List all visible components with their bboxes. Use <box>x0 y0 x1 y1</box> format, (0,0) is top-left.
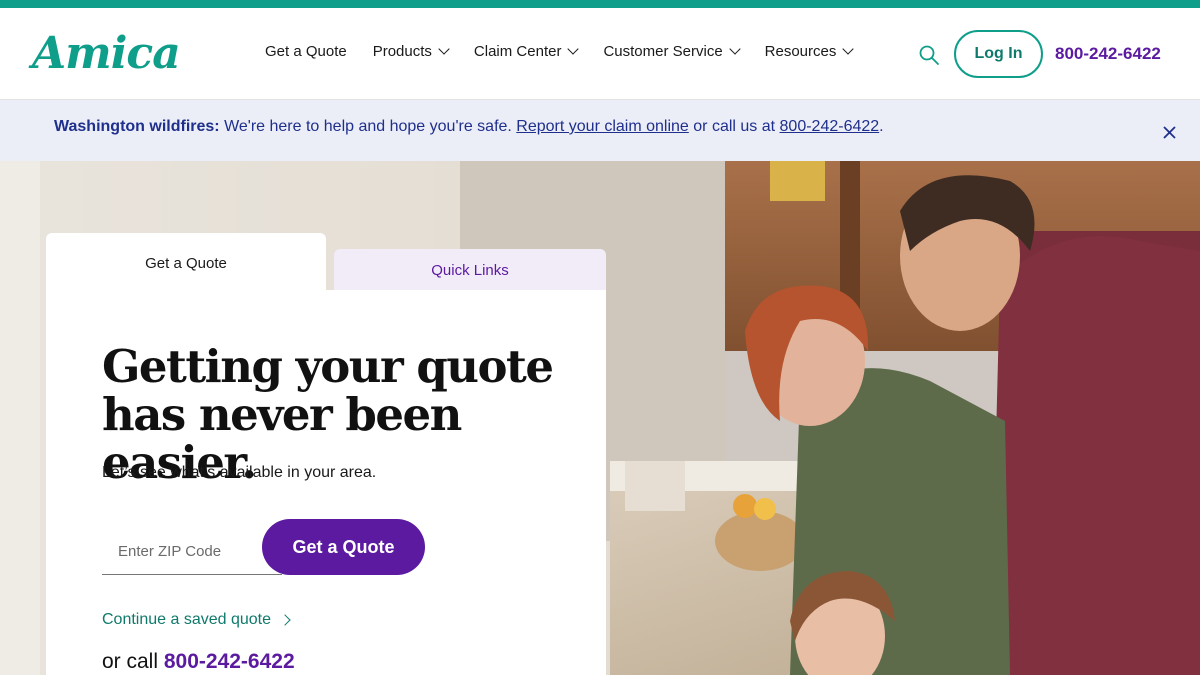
quote-subtext: Let’s see what’s available in your area. <box>102 464 377 481</box>
chevron-down-icon <box>567 42 580 55</box>
top-accent-stripe <box>0 0 1200 8</box>
alert-body: We're here to help and hope you're safe. <box>219 118 517 135</box>
chevron-right-icon <box>279 614 291 626</box>
close-icon[interactable] <box>1161 123 1179 141</box>
nav-claim-center[interactable]: Claim Center <box>473 42 580 60</box>
zip-code-input[interactable] <box>102 529 282 575</box>
tab-get-a-quote[interactable]: Get a Quote <box>46 233 326 293</box>
alert-end: . <box>879 118 884 135</box>
alert-message: Washington wildfires: We're here to help… <box>54 118 884 136</box>
header-phone-link[interactable]: 800-242-6422 <box>1055 44 1161 64</box>
call-line: or call 800-242-6422 <box>102 650 295 674</box>
amica-logo[interactable]: Amica <box>32 28 181 79</box>
saved-quote-label: Continue a saved quote <box>102 611 272 628</box>
nav-label: Claim Center <box>473 43 562 60</box>
alert-title: Washington wildfires: <box>54 118 220 135</box>
get-a-quote-button[interactable]: Get a Quote <box>262 519 425 575</box>
headline-line-1: Getting your quote <box>102 340 554 393</box>
report-claim-link[interactable]: Report your claim online <box>516 118 689 135</box>
login-button[interactable]: Log In <box>954 30 1043 78</box>
main-nav: Get a Quote Products Claim Center Custom… <box>265 42 878 60</box>
nav-resources[interactable]: Resources <box>764 42 855 60</box>
nav-get-a-quote[interactable]: Get a Quote <box>265 43 347 60</box>
chevron-down-icon <box>728 42 741 55</box>
wildfire-alert-banner: Washington wildfires: We're here to help… <box>0 100 1200 161</box>
nav-label: Resources <box>764 43 837 60</box>
alert-phone-link[interactable]: 800-242-6422 <box>780 118 880 135</box>
nav-customer-service[interactable]: Customer Service <box>603 42 741 60</box>
quote-phone-link[interactable]: 800-242-6422 <box>164 650 295 673</box>
tab-quick-links[interactable]: Quick Links <box>334 249 606 291</box>
nav-label: Get a Quote <box>265 43 347 60</box>
nav-label: Customer Service <box>603 43 723 60</box>
alert-middle: or call us at <box>688 118 780 135</box>
chevron-down-icon <box>438 42 450 55</box>
nav-label: Products <box>372 43 432 60</box>
chevron-down-icon <box>842 42 855 55</box>
continue-saved-quote-link[interactable]: Continue a saved quote <box>102 611 291 629</box>
search-icon[interactable] <box>918 44 940 66</box>
site-header: Amica Get a Quote Products Claim Center … <box>0 8 1200 100</box>
call-prefix: or call <box>102 650 164 673</box>
nav-products[interactable]: Products <box>372 42 450 60</box>
